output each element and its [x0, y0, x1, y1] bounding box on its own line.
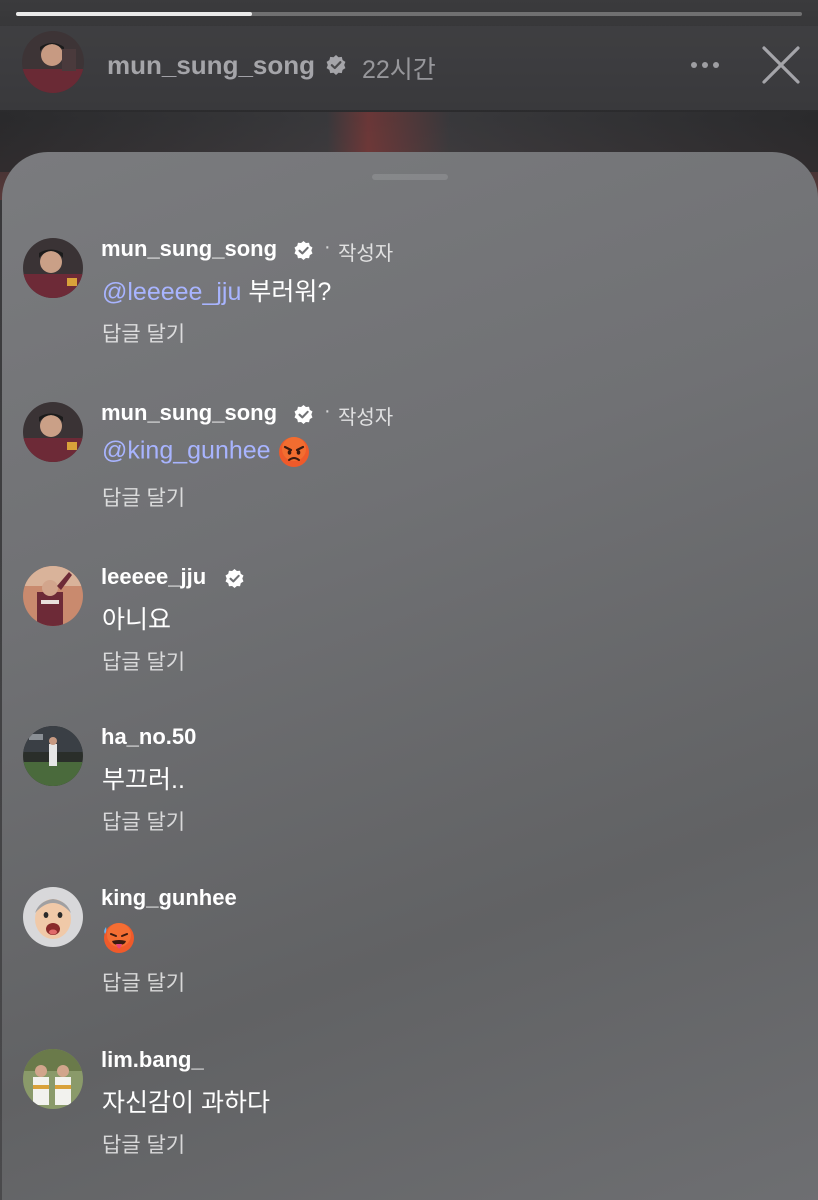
commenter-username[interactable]: leeeee_jju	[101, 564, 206, 590]
comment-text: 아니요	[102, 606, 172, 634]
author-label: 작성자	[338, 243, 394, 265]
comment-text: @leeeee_jju 부러워?	[102, 272, 331, 308]
commenter-username[interactable]: lim.bang_	[101, 1047, 204, 1073]
story-progress-bar	[16, 12, 802, 16]
comment-item: mun_sung_song · 작성자 @leeeee_jju 부러워? 답글 …	[2, 236, 818, 368]
comments-sheet: mun_sung_song · 작성자 @leeeee_jju 부러워? 답글 …	[2, 152, 818, 1200]
commenter-avatar[interactable]	[23, 1049, 83, 1109]
comment-text: 부끄러..	[102, 766, 185, 794]
more-horizontal-icon[interactable]	[686, 48, 726, 82]
mention-link[interactable]: @leeeee_jju	[102, 278, 241, 306]
author-username[interactable]: mun_sung_song	[107, 50, 315, 81]
commenter-username[interactable]: king_gunhee	[101, 885, 237, 911]
comment-text: 자신감이 과하다	[102, 1089, 270, 1117]
reply-button[interactable]: 답글 달기	[102, 1129, 185, 1159]
author-label: 작성자	[338, 407, 394, 429]
close-icon[interactable]	[758, 42, 804, 88]
commenter-username[interactable]: mun_sung_song	[101, 236, 277, 262]
angry-face-emoji	[278, 437, 309, 467]
hot-face-emoji	[104, 923, 134, 953]
author-avatar[interactable]	[22, 31, 84, 93]
story-time-ago: 22시간	[362, 56, 436, 84]
comment-item: king_gunhee 답글 달기	[2, 885, 818, 1017]
commenter-username[interactable]: ha_no.50	[101, 724, 196, 750]
comment-text	[102, 921, 136, 955]
commenter-avatar[interactable]	[23, 887, 83, 947]
comment-body: 부러워?	[241, 278, 332, 306]
verified-badge-icon	[294, 404, 313, 425]
story-progress-fill	[16, 12, 252, 16]
comment-item: ha_no.50 부끄러.. 답글 달기	[2, 724, 818, 856]
story-viewer: mun_sung_song 22시간 mun_sung_song · 작성자 @…	[0, 0, 818, 1200]
comment-item: mun_sung_song · 작성자 @king_gunhee 답글 달기	[2, 400, 818, 532]
comment-body	[271, 437, 278, 465]
reply-button[interactable]: 답글 달기	[102, 318, 185, 348]
verified-badge-icon	[225, 568, 244, 589]
commenter-username[interactable]: mun_sung_song	[101, 400, 277, 426]
comment-item: lim.bang_ 자신감이 과하다 답글 달기	[2, 1047, 818, 1179]
reply-button[interactable]: 답글 달기	[102, 806, 185, 836]
verified-badge-icon	[294, 240, 313, 261]
reply-button[interactable]: 답글 달기	[102, 482, 185, 512]
commenter-avatar[interactable]	[23, 726, 83, 786]
reply-button[interactable]: 답글 달기	[102, 967, 185, 997]
commenter-avatar[interactable]	[23, 402, 83, 462]
comment-text: @king_gunhee	[102, 436, 310, 468]
comment-item: leeeee_jju 아니요 답글 달기	[2, 564, 818, 696]
commenter-avatar[interactable]	[23, 238, 83, 298]
separator-dot: ·	[324, 236, 331, 258]
separator-dot: ·	[324, 400, 331, 422]
sheet-grabber[interactable]	[372, 174, 448, 180]
story-header: mun_sung_song 22시간	[0, 26, 818, 110]
mention-link[interactable]: @king_gunhee	[102, 437, 271, 465]
reply-button[interactable]: 답글 달기	[102, 646, 185, 676]
verified-badge-icon	[326, 55, 346, 75]
commenter-avatar[interactable]	[23, 566, 83, 626]
